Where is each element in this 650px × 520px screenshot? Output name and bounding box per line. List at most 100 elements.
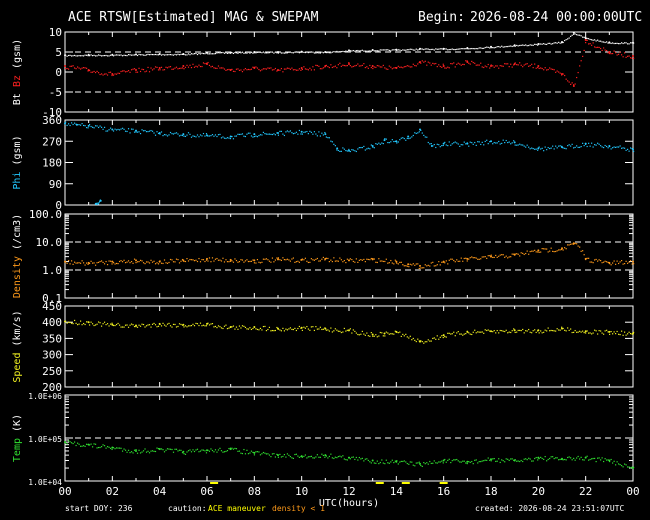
data-point <box>453 459 455 461</box>
data-point <box>162 53 164 56</box>
data-point <box>96 262 98 264</box>
data-point <box>511 142 513 144</box>
data-point <box>371 144 374 147</box>
data-point <box>571 82 573 84</box>
data-point <box>388 262 390 264</box>
data-point <box>579 146 581 148</box>
data-point <box>442 336 444 339</box>
data-point <box>132 324 134 326</box>
data-point <box>364 458 366 460</box>
data-point <box>345 458 347 461</box>
data-point <box>265 330 268 332</box>
data-point <box>102 323 104 325</box>
data-point <box>423 461 425 464</box>
data-point <box>423 267 425 269</box>
data-point <box>544 43 546 45</box>
data-point <box>171 68 173 70</box>
data-point <box>288 51 290 53</box>
data-point <box>570 243 572 245</box>
data-point <box>175 132 178 134</box>
data-point <box>519 143 521 145</box>
data-point <box>237 328 239 330</box>
data-point <box>181 67 184 69</box>
data-point <box>111 446 114 449</box>
data-point <box>528 44 530 47</box>
data-point <box>549 67 551 69</box>
data-point <box>592 39 594 41</box>
data-point <box>363 258 365 261</box>
data-point <box>411 136 413 138</box>
data-point <box>376 143 378 145</box>
data-point <box>249 132 251 134</box>
data-point <box>546 248 548 250</box>
data-point <box>348 329 350 332</box>
data-point <box>231 447 233 449</box>
data-point <box>375 50 377 52</box>
data-point <box>279 69 281 71</box>
data-point <box>85 321 88 323</box>
data-point <box>438 64 440 66</box>
data-point <box>433 63 435 65</box>
data-point <box>415 132 417 135</box>
x-tick-label: 06 <box>200 485 213 498</box>
data-point <box>315 326 317 328</box>
data-point <box>426 462 428 464</box>
data-point <box>70 122 73 124</box>
data-point <box>141 68 143 70</box>
data-point <box>91 71 94 73</box>
data-point <box>601 262 603 264</box>
data-point <box>267 52 269 54</box>
data-point <box>169 258 172 261</box>
data-point <box>142 54 145 56</box>
data-point <box>373 462 375 464</box>
data-point <box>608 51 611 53</box>
data-point <box>490 255 492 258</box>
data-point <box>561 327 563 330</box>
data-point <box>178 135 181 137</box>
data-point <box>81 324 83 326</box>
data-point <box>364 66 366 69</box>
data-point <box>165 325 167 327</box>
data-point <box>214 67 217 69</box>
data-point <box>75 55 77 57</box>
data-point <box>409 263 411 265</box>
data-point <box>399 331 401 333</box>
data-point <box>229 69 232 71</box>
data-point <box>193 53 196 55</box>
data-point <box>193 450 196 453</box>
data-point <box>420 464 422 467</box>
data-point <box>471 60 473 62</box>
data-point <box>216 135 218 138</box>
data-point <box>472 143 474 145</box>
data-point <box>124 54 127 57</box>
data-point <box>615 263 617 265</box>
data-point <box>618 146 620 148</box>
data-point <box>406 65 408 67</box>
panel-speed: 200250300350400450Speed (km/s) <box>12 300 635 394</box>
data-point <box>121 450 124 452</box>
data-point <box>583 459 585 461</box>
data-point <box>255 66 257 68</box>
data-point <box>348 49 350 52</box>
data-point <box>147 130 149 133</box>
data-point <box>429 62 431 64</box>
data-point <box>436 264 438 266</box>
data-point <box>189 449 191 451</box>
data-point <box>310 258 312 260</box>
data-point <box>303 51 305 53</box>
data-point <box>330 259 332 261</box>
data-point <box>333 143 335 145</box>
data-point <box>415 48 417 50</box>
data-point <box>352 49 354 52</box>
data-point <box>121 326 124 328</box>
data-point <box>229 135 232 138</box>
data-point <box>132 128 134 130</box>
data-point <box>114 73 116 75</box>
data-point <box>426 341 428 343</box>
data-point <box>261 329 263 331</box>
data-point <box>397 263 399 265</box>
data-point <box>632 41 634 44</box>
data-point <box>516 144 518 146</box>
data-point <box>126 451 128 453</box>
data-point <box>206 63 208 65</box>
